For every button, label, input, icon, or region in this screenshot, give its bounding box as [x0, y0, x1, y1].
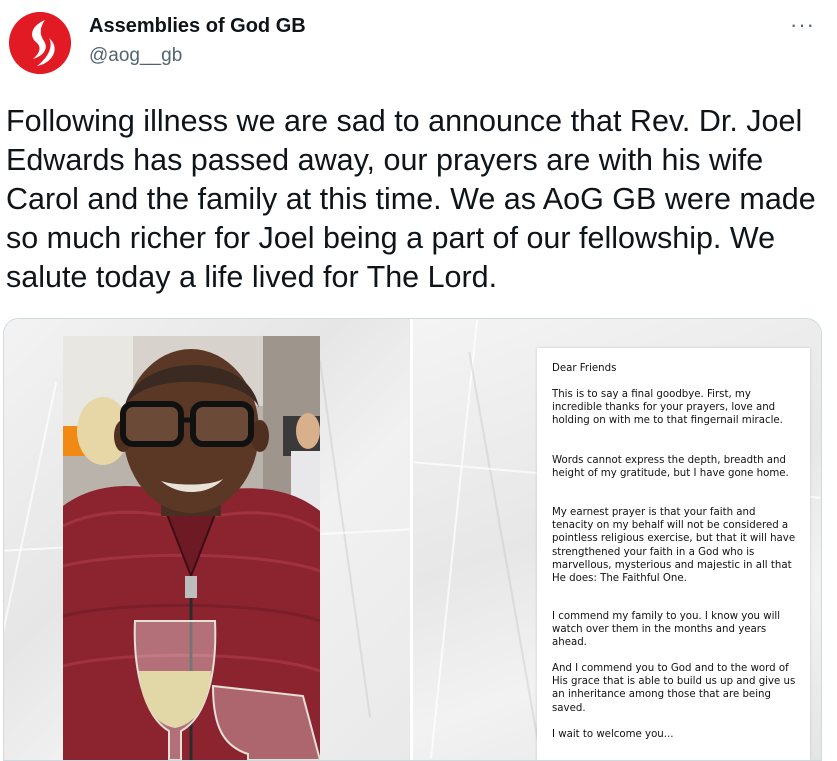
- letter-paragraph: I commend my family to you. I know you w…: [552, 611, 781, 649]
- media-image-letter[interactable]: Dear Friends This is to say a final good…: [413, 319, 821, 760]
- letter-paragraph: My earnest prayer is that your faith and…: [552, 507, 796, 585]
- letter-paragraph: I wait to welcome you...: [552, 729, 674, 740]
- letter-paragraph: And I commend you to God and to the word…: [552, 663, 796, 714]
- tweet-media[interactable]: Dear Friends This is to say a final good…: [3, 318, 822, 761]
- tweet-text: Following illness we are sad to announce…: [6, 104, 816, 294]
- letter-document: Dear Friends This is to say a final good…: [537, 348, 810, 760]
- media-image-photo[interactable]: [4, 319, 410, 760]
- more-dots-icon[interactable]: ···: [790, 12, 815, 38]
- account-name[interactable]: Assemblies of God GB: [89, 15, 306, 38]
- letter-paragraph: Words cannot express the depth, breadth …: [552, 455, 789, 480]
- tweet-header: Assemblies of God GB @aog__gb ···: [0, 0, 837, 90]
- account-handle[interactable]: @aog__gb: [89, 45, 182, 67]
- aog-flame-logo-icon: [9, 12, 71, 74]
- letter-greeting: Dear Friends: [552, 363, 617, 374]
- avatar[interactable]: [9, 12, 71, 74]
- letter-paragraph: This is to say a final goodbye. First, m…: [552, 389, 783, 427]
- portrait-photo: [63, 336, 320, 760]
